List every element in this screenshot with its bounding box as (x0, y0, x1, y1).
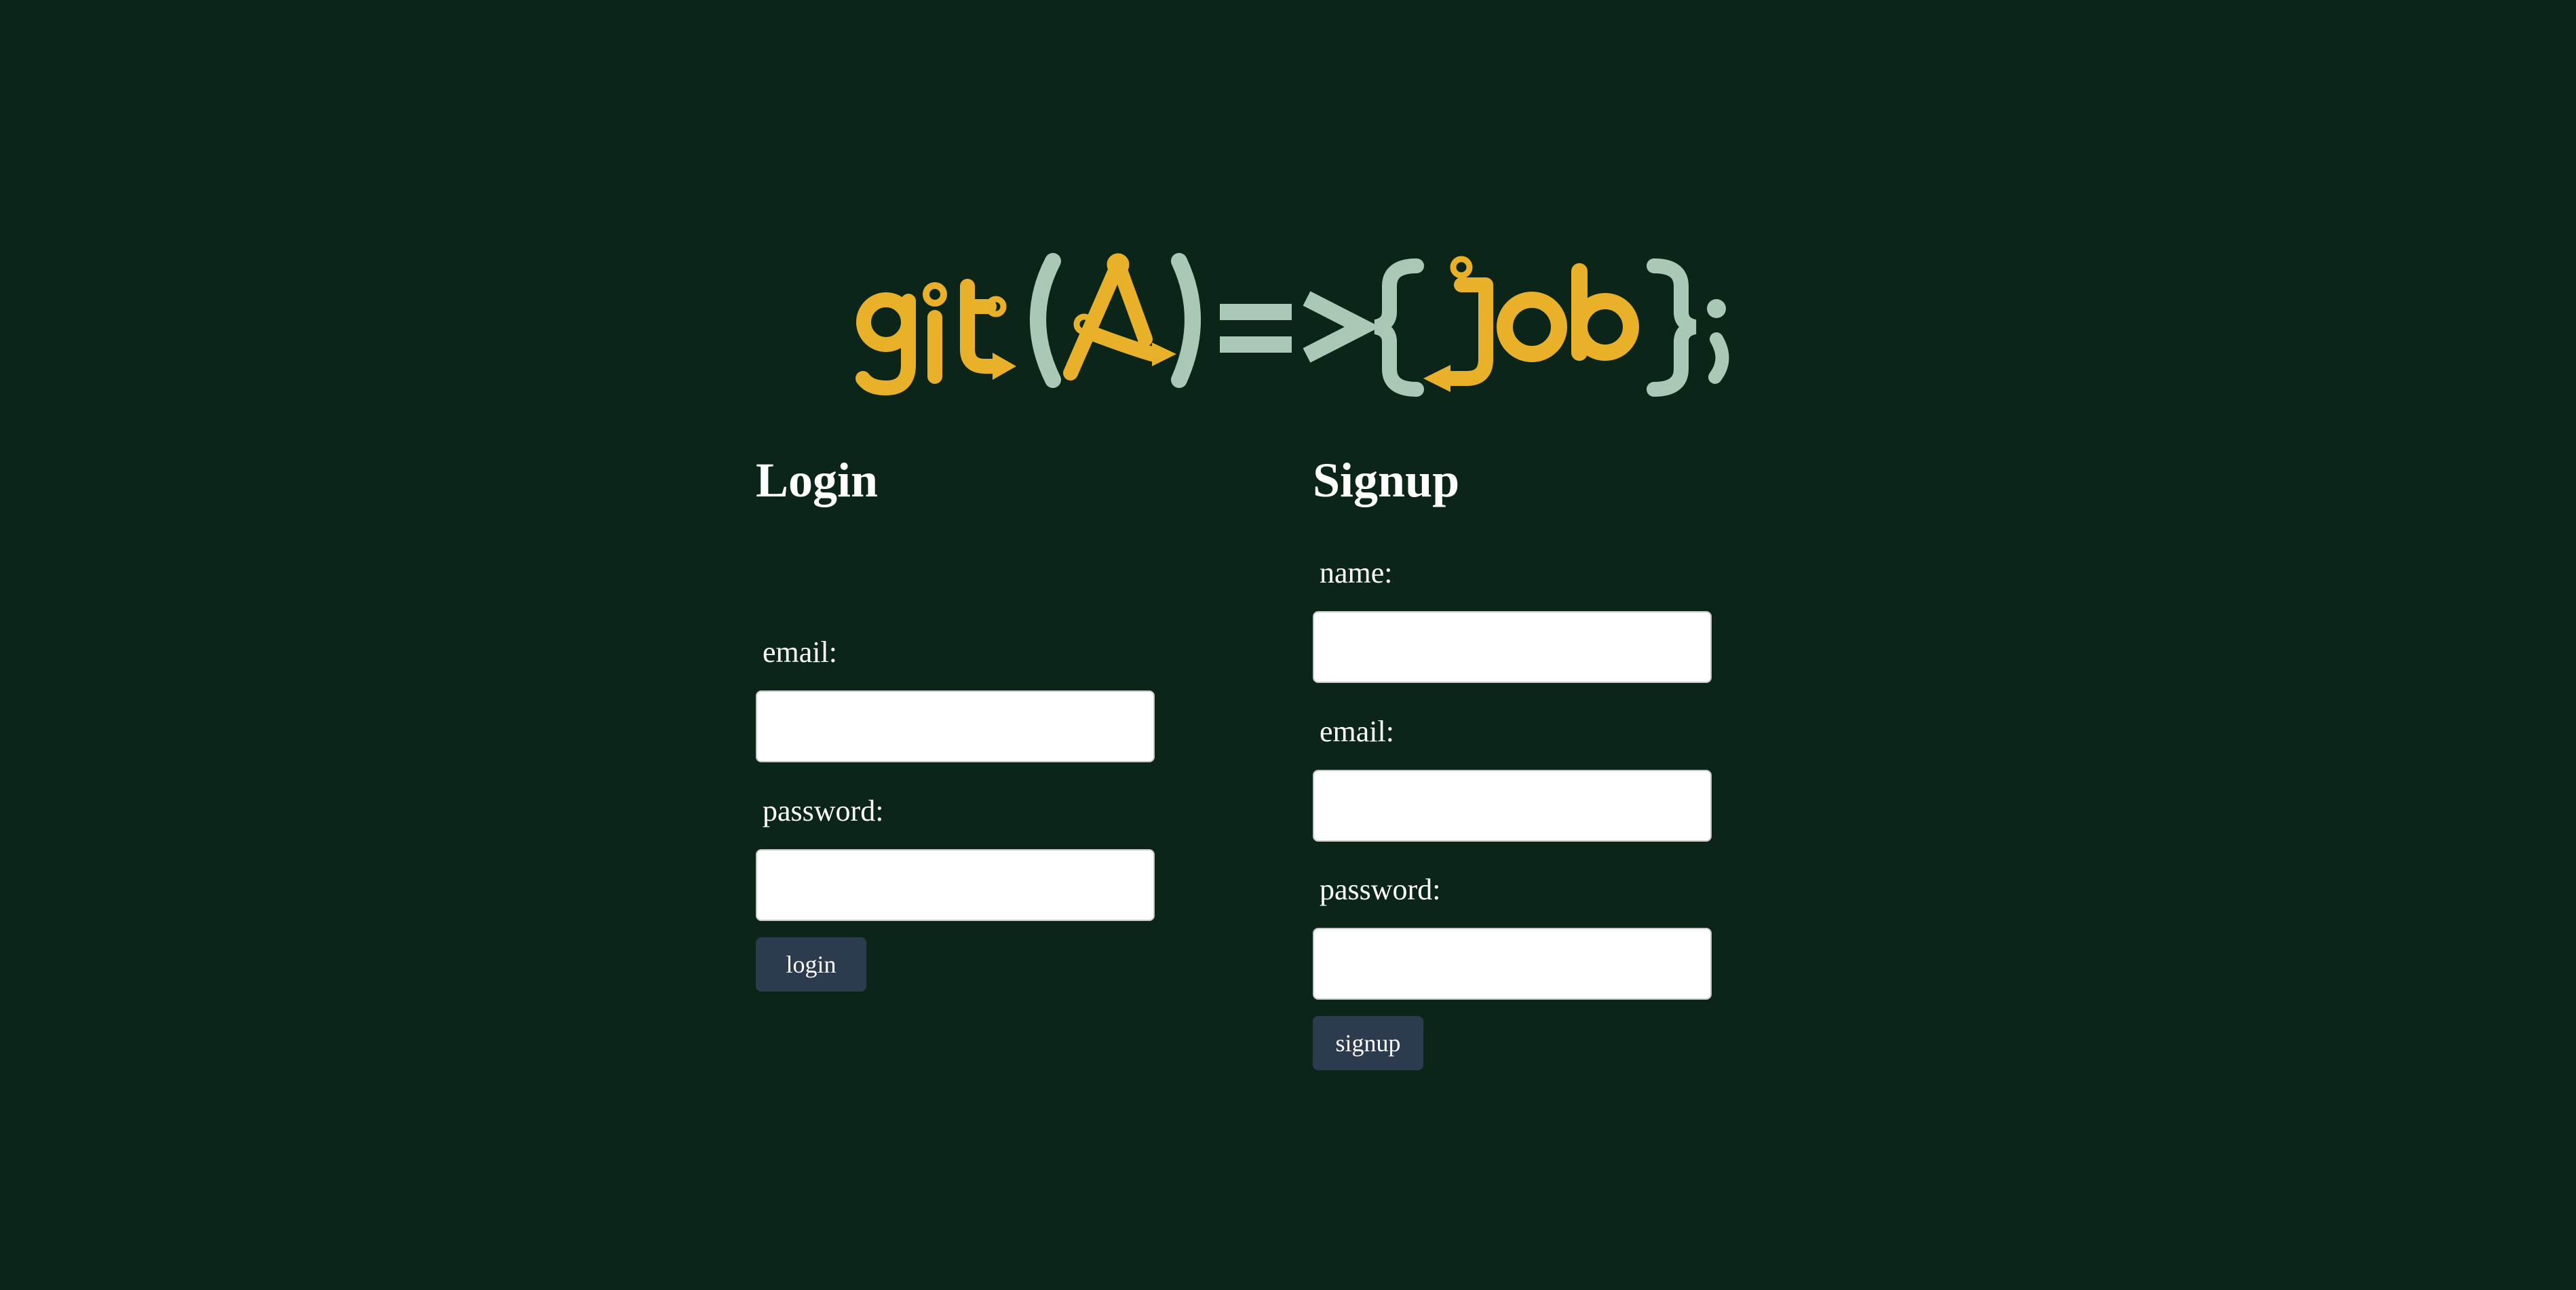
logo-graphic (856, 253, 1729, 397)
signup-email-input[interactable] (1313, 770, 1712, 842)
signup-password-label: password: (1320, 873, 1441, 906)
app-logo (853, 244, 1735, 400)
signup-password-input[interactable] (1313, 928, 1712, 1000)
signup-title: Signup (1313, 453, 1460, 507)
signup-button[interactable]: signup (1313, 1016, 1423, 1070)
signup-name-label: name: (1320, 556, 1393, 589)
signup-email-label: email: (1320, 715, 1394, 748)
login-password-label: password: (763, 794, 884, 827)
login-password-input[interactable] (756, 849, 1155, 921)
signup-name-input[interactable] (1313, 611, 1712, 683)
page: Login email: password: login Signup name… (0, 0, 2576, 1290)
login-email-label: email: (763, 636, 837, 669)
login-email-input[interactable] (756, 690, 1155, 762)
login-title: Login (756, 453, 879, 507)
login-button[interactable]: login (756, 937, 866, 992)
